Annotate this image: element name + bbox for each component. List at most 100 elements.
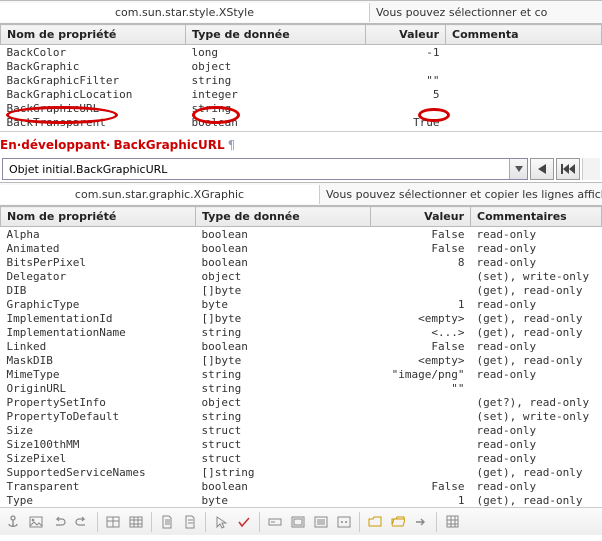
table-row[interactable]: BackGraphicFilterstring"" [1,73,602,87]
cell-type: []string [196,465,371,479]
table-row[interactable]: OriginURLstring"" [1,381,602,395]
table-row[interactable]: BackTransparentbooleanTrue [1,115,602,129]
col-value[interactable]: Valeur [371,207,471,227]
table-row[interactable]: TransparentbooleanFalseread-only [1,479,602,493]
cell-type: boolean [196,479,371,493]
cell-comment: read-only [471,451,602,465]
undo-icon[interactable] [48,511,70,533]
nav-first-button[interactable] [556,158,580,180]
col-name[interactable]: Nom de propriété [1,25,186,45]
anchor-icon[interactable] [2,511,24,533]
table-row[interactable]: PropertyToDefaultstring(set), write-only [1,409,602,423]
cell-value [371,451,471,465]
cell-value [371,269,471,283]
document-icon[interactable] [156,511,178,533]
table-row[interactable]: MimeTypestring"image/png"read-only [1,367,602,381]
cell-comment [471,381,602,395]
table-row[interactable]: BitsPerPixelboolean8read-only [1,255,602,269]
cell-value: <empty> [371,311,471,325]
nav-back-button[interactable] [530,158,554,180]
cell-comment: (get), read-only [471,283,602,297]
cell-comment [446,115,602,129]
table-row[interactable]: Delegatorobject(set), write-only [1,269,602,283]
folder-open-icon[interactable] [387,511,409,533]
table-row[interactable]: MaskDIB[]byte<empty>(get), read-only [1,353,602,367]
cell-comment: read-only [471,241,602,255]
cell-type: string [186,73,366,87]
pilcrow-icon: ¶ [228,138,236,152]
properties-icon[interactable] [333,511,355,533]
cell-type: boolean [196,339,371,353]
hint-text-1: Vous pouvez sélectionner et co [370,3,553,22]
object-path-combobox[interactable] [2,158,528,180]
image-icon[interactable] [25,511,47,533]
table-row[interactable]: BackGraphicURLstring [1,101,602,115]
cell-type: string [196,409,371,423]
formfield-icon[interactable] [264,511,286,533]
property-table-xgraphic: Nom de propriété Type de donnée Valeur C… [0,206,602,507]
cell-comment: read-only [471,297,602,311]
table-row[interactable]: Sizestructread-only [1,423,602,437]
cell-name: PropertySetInfo [1,395,196,409]
arrow-right-icon[interactable] [410,511,432,533]
table-row[interactable]: LinkedbooleanFalseread-only [1,339,602,353]
table-row[interactable]: BackGraphicobject [1,59,602,73]
cell-type: object [196,395,371,409]
cell-value: False [371,339,471,353]
check-icon[interactable] [233,511,255,533]
cell-type: byte [196,493,371,507]
cell-type: boolean [196,241,371,255]
col-type[interactable]: Type de donnée [186,25,366,45]
col-comment[interactable]: Commentaires [471,207,602,227]
table-row[interactable]: ImplementationNamestring<...>(get), read… [1,325,602,339]
table-row[interactable]: AlphabooleanFalseread-only [1,227,602,242]
tableprops-icon[interactable] [125,511,147,533]
cell-name: MimeType [1,367,196,381]
cell-type: []byte [196,311,371,325]
property-table-xstyle: Nom de propriété Type de donnée Valeur C… [0,24,602,129]
cell-comment: (get), read-only [471,465,602,479]
table-row[interactable]: AnimatedbooleanFalseread-only [1,241,602,255]
table-row[interactable]: Size100thMMstructread-only [1,437,602,451]
table-row[interactable]: SizePixelstructread-only [1,451,602,465]
table-row[interactable]: BackColorlong-1 [1,45,602,60]
col-name[interactable]: Nom de propriété [1,207,196,227]
bottom-toolbar [0,507,602,535]
frame-icon[interactable] [287,511,309,533]
cell-type: string [196,367,371,381]
chevron-down-icon[interactable] [509,159,527,179]
table-row[interactable]: DIB[]byte(get), read-only [1,283,602,297]
cell-type: []byte [196,353,371,367]
cell-value: <...> [371,325,471,339]
cell-comment [446,59,602,73]
table-row[interactable]: GraphicTypebyte1read-only [1,297,602,311]
col-type[interactable]: Type de donnée [196,207,371,227]
cell-name: Transparent [1,479,196,493]
table-icon[interactable] [102,511,124,533]
cell-type: string [196,325,371,339]
table-row[interactable]: BackGraphicLocationinteger5 [1,87,602,101]
cell-type: boolean [196,255,371,269]
cell-comment: (get), read-only [471,493,602,507]
document2-icon[interactable] [179,511,201,533]
redo-icon[interactable] [71,511,93,533]
breadcrumb-xgraphic: com.sun.star.graphic.XGraphic [0,185,320,204]
col-comment[interactable]: Commenta [446,25,602,45]
cell-value [371,437,471,451]
cursor-icon[interactable] [210,511,232,533]
grid-icon[interactable] [441,511,463,533]
object-path-input[interactable] [3,159,509,179]
table-row[interactable]: PropertySetInfoobject(get?), read-only [1,395,602,409]
table-row[interactable]: ImplementationId[]byte<empty>(get), read… [1,311,602,325]
table-row[interactable]: SupportedServiceNames[]string(get), read… [1,465,602,479]
frame2-icon[interactable] [310,511,332,533]
folder-icon[interactable] [364,511,386,533]
cell-type: boolean [186,115,366,129]
cell-value: False [371,479,471,493]
cell-name: BitsPerPixel [1,255,196,269]
table-row[interactable]: Typebyte1(get), read-only [1,493,602,507]
cell-value [371,465,471,479]
cell-comment: (set), write-only [471,409,602,423]
cell-value: <empty> [371,353,471,367]
col-value[interactable]: Valeur [366,25,446,45]
